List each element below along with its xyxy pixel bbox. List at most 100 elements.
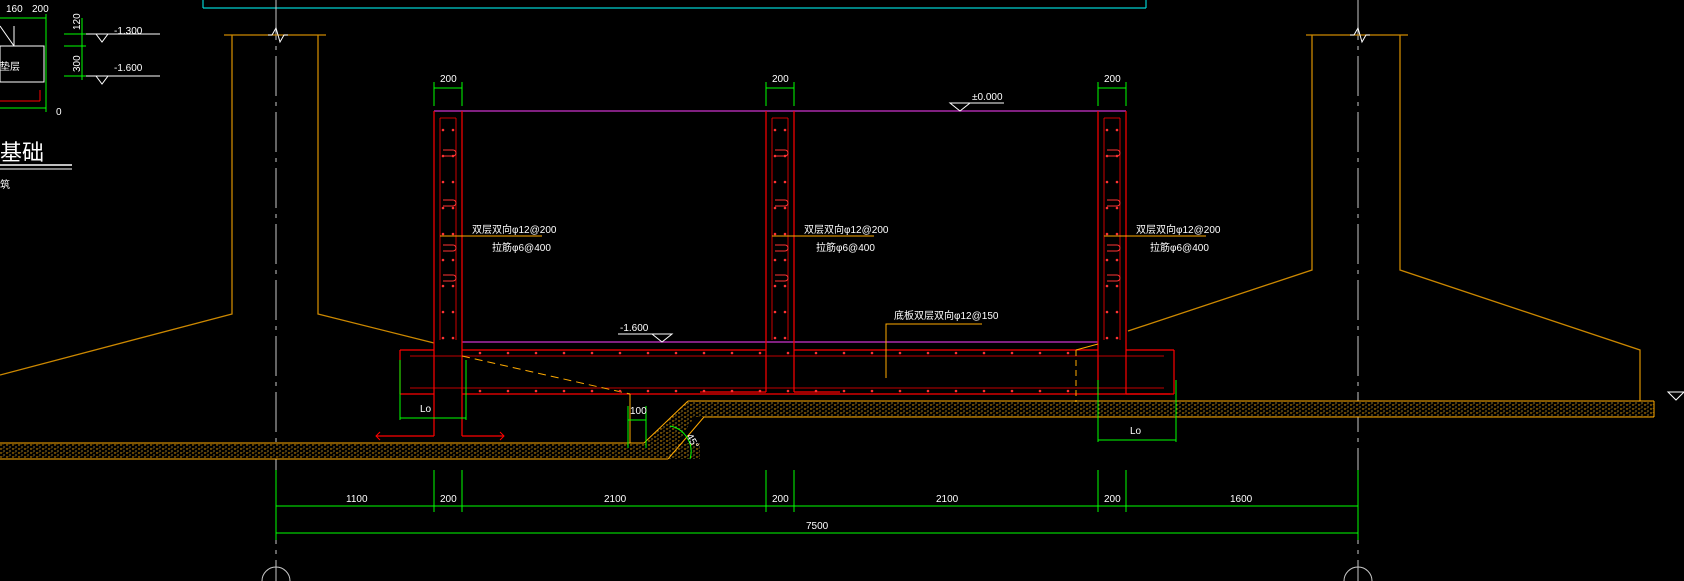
- dim-segment-4: 200: [772, 494, 789, 505]
- base-slab: [399, 349, 1175, 395]
- dim-segment-5: 2100: [936, 494, 959, 505]
- rebar-dot: [441, 336, 445, 340]
- rebar-dot: [618, 389, 622, 393]
- rebar-dot: [773, 284, 777, 288]
- tie-hook: [1107, 199, 1121, 207]
- rebar-dot: [1115, 180, 1119, 184]
- detail-label: 基础: [0, 140, 44, 165]
- rebar-dot: [478, 351, 482, 355]
- tie-hook: [443, 244, 457, 252]
- rebar-dot: [1105, 336, 1109, 340]
- rebar-dot: [783, 336, 787, 340]
- rebar-dot: [783, 284, 787, 288]
- rebar-mid-2: 拉筋φ6@400: [816, 241, 875, 254]
- break-symbol-right: [1350, 26, 1370, 44]
- rebar-dot: [451, 310, 455, 314]
- rebar-dots: [441, 128, 1121, 393]
- wall-dim-right: 200: [1104, 74, 1121, 85]
- rebar-dot: [441, 128, 445, 132]
- tie-hook: [775, 244, 789, 252]
- rebar-dot: [1115, 284, 1119, 288]
- rebar-dot: [441, 310, 445, 314]
- rebar-dot: [646, 351, 650, 355]
- rebar-dot: [1105, 206, 1109, 210]
- top-elevation: ±0.000: [972, 92, 1003, 103]
- detail-dim-300: 300: [72, 55, 83, 72]
- rebar-dot: [758, 389, 762, 393]
- dim-segment-7: 1600: [1230, 494, 1253, 505]
- wall-dim-middle: 200: [772, 74, 789, 85]
- rebar-dot: [441, 206, 445, 210]
- rebar-dot: [1066, 351, 1070, 355]
- rebar-dot: [562, 389, 566, 393]
- rebar-dot: [842, 389, 846, 393]
- rebar-dot: [674, 389, 678, 393]
- soil-layer-left: [0, 443, 700, 459]
- rebar-dot: [1038, 351, 1042, 355]
- rebar-dot: [773, 336, 777, 340]
- rebar-dot: [451, 336, 455, 340]
- rebar-dot: [451, 128, 455, 132]
- soil-layer-right: [688, 401, 1654, 417]
- rebar-dot: [926, 389, 930, 393]
- rebar-dot: [506, 389, 510, 393]
- rebar-dot: [702, 389, 706, 393]
- detail-dim-120: 120: [72, 13, 83, 30]
- rebar-dot: [1115, 336, 1119, 340]
- existing-foundation-left: [0, 34, 435, 376]
- rebar-dot: [898, 351, 902, 355]
- rebar-left-1: 双层双向φ12@200: [472, 223, 557, 236]
- dim-segment-1: 1100: [346, 494, 368, 505]
- rebar-right-2: 拉筋φ6@400: [1150, 241, 1209, 254]
- rebar-dot: [786, 351, 790, 355]
- rebar-dot: [773, 232, 777, 236]
- tie-hook: [1107, 149, 1121, 157]
- rebar-dot: [1010, 389, 1014, 393]
- top-frame: [202, 0, 1147, 9]
- rebar-dot: [773, 258, 777, 262]
- bottom-elevation-mark: [618, 333, 674, 343]
- wall-left: [376, 111, 504, 437]
- foundation-section-drawing: 160 200 垫层 基础 筑 0 120 300 -1.300 -1.600: [0, 0, 1684, 581]
- rebar-dot: [478, 389, 482, 393]
- rebar-dot: [814, 351, 818, 355]
- rebar-dot: [534, 389, 538, 393]
- tie-hook: [443, 274, 457, 282]
- rebar-dot: [783, 258, 787, 262]
- rebar-dot: [534, 351, 538, 355]
- rebar-dot: [783, 128, 787, 132]
- rebar-dot: [1105, 310, 1109, 314]
- rebar-dot: [451, 206, 455, 210]
- rebar-dot: [1115, 128, 1119, 132]
- detail-marker: 0: [56, 107, 62, 118]
- rebar-dot: [674, 351, 678, 355]
- detail-tag: 垫层: [0, 60, 20, 73]
- slab-rebar: 底板双层双向φ12@150: [894, 309, 999, 322]
- wall-dims: [433, 82, 1127, 106]
- rebar-dot: [870, 389, 874, 393]
- rebar-dot: [618, 351, 622, 355]
- rebar-dot: [758, 351, 762, 355]
- rebar-dot: [1066, 389, 1070, 393]
- top-elevation-mark: [948, 102, 1004, 112]
- rebar-dot: [451, 258, 455, 262]
- rebar-dot: [590, 351, 594, 355]
- wall-dim-left: 200: [440, 74, 457, 85]
- rebar-dot: [451, 232, 455, 236]
- rebar-dot: [441, 258, 445, 262]
- rebar-dot: [1115, 258, 1119, 262]
- rebar-dot: [1105, 180, 1109, 184]
- rebar-dot: [783, 232, 787, 236]
- axis-lines: [275, 0, 1359, 581]
- tie-hook: [775, 274, 789, 282]
- rebar-callouts: [440, 235, 1206, 378]
- elevation-mark-right-edge: [1666, 391, 1684, 401]
- rebar-dot: [1115, 310, 1119, 314]
- dim-segment-3: 2100: [604, 494, 627, 505]
- rebar-dot: [1105, 258, 1109, 262]
- dim-total: 7500: [806, 521, 829, 532]
- step-height: 100: [630, 406, 647, 417]
- bottom-elevation: -1.600: [620, 323, 649, 334]
- rebar-dot: [870, 351, 874, 355]
- tie-hook: [1107, 274, 1121, 282]
